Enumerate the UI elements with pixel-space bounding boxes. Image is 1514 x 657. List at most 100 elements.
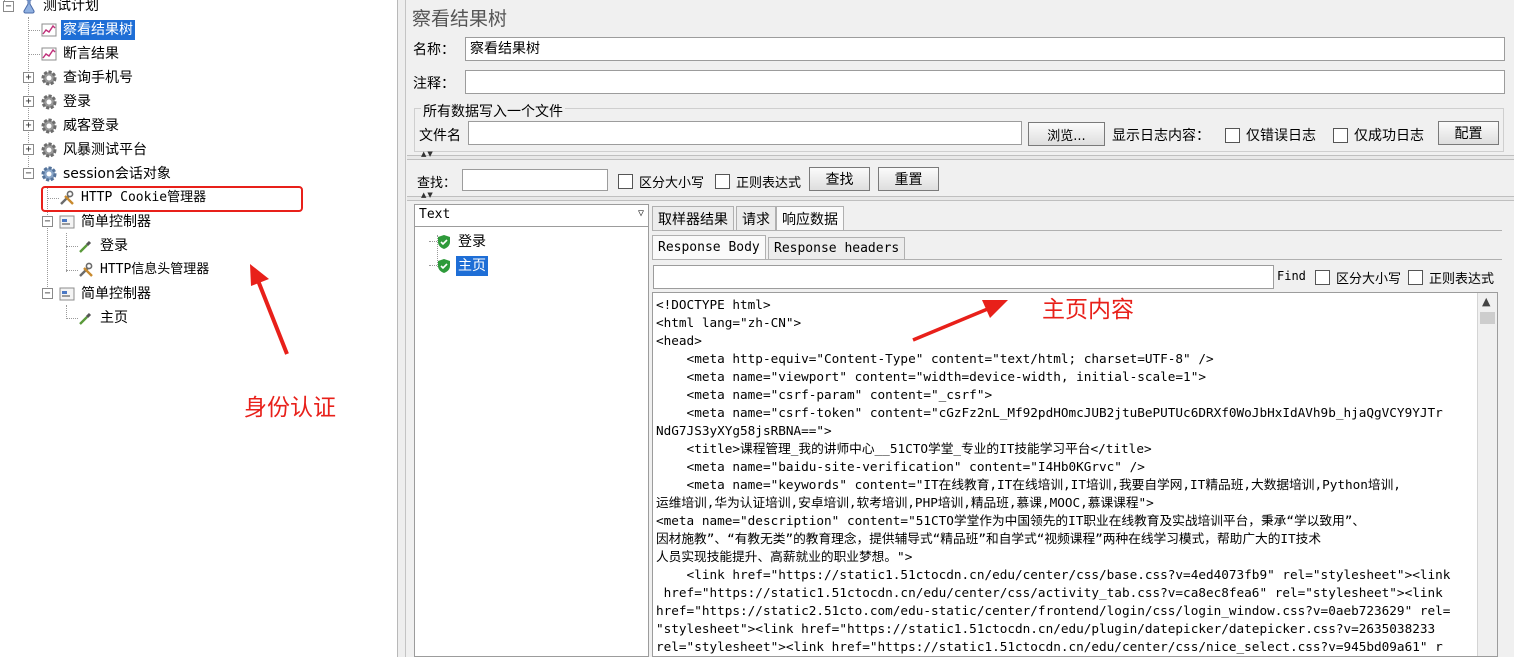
response-body-line: <title>课程管理_我的讲师中心__51CTO学堂_专业的IT技能学习平台<… (656, 441, 1152, 456)
graph-listener-icon (40, 21, 58, 39)
collapse-toggle-session[interactable]: − (23, 168, 34, 179)
response-body-line: "stylesheet"><link href="https://static1… (656, 621, 1436, 636)
collapse-toggle-controller-1[interactable]: − (42, 216, 53, 227)
response-find-input[interactable] (653, 265, 1274, 289)
configure-button[interactable]: 配置 (1438, 121, 1499, 145)
response-body-line: <meta name="baidu-site-verification" con… (656, 459, 1145, 474)
tree-node-simple-controller-1[interactable]: 简单控制器 (58, 211, 153, 233)
file-label: 文件名 (419, 128, 461, 144)
response-body-line: <meta name="description" content="51CTO学… (656, 513, 1366, 528)
search-case-checkbox[interactable]: 区分大小写 (618, 172, 704, 191)
find-button[interactable]: 查找 (809, 167, 870, 191)
name-field[interactable]: 察看结果树 (465, 37, 1505, 61)
response-body-line: 人员实现技能提升、高薪就业的职业梦想。"> (656, 549, 913, 564)
tree-node-simple-controller-2[interactable]: 简单控制器 (58, 283, 153, 305)
tree-node-test-plan[interactable]: 测试计划 (20, 0, 101, 17)
checkbox-box[interactable] (1333, 127, 1348, 143)
response-body-line: <head> (656, 333, 702, 348)
flask-icon (20, 0, 38, 15)
controller-icon (58, 285, 76, 303)
response-find-label: Find (1277, 269, 1306, 283)
response-body-text[interactable]: <!DOCTYPE html> <html lang="zh-CN"> <head>… (652, 292, 1498, 657)
response-body-line: NdG7JS3yXYg58jsRBNA=="> (656, 423, 832, 438)
expand-toggle-query-phone[interactable]: + (23, 72, 34, 83)
log-label: 显示日志内容： (1112, 128, 1210, 144)
tree-node-query-phone[interactable]: 查询手机号 (40, 67, 135, 89)
annotation-arrow-icon (912, 300, 1008, 342)
gear-icon (40, 117, 58, 135)
gear-icon (40, 69, 58, 87)
tree-splitter[interactable] (398, 0, 406, 657)
chevron-down-icon: ▽ (637, 208, 644, 219)
reset-button[interactable]: 重置 (878, 167, 939, 191)
name-label: 名称： (413, 42, 455, 58)
tree-node-login-sampler[interactable]: 登录 (77, 235, 130, 257)
tree-node-login-group[interactable]: 登录 (40, 91, 93, 113)
renderer-select[interactable]: Text ▽ (415, 205, 648, 227)
expand-toggle-login[interactable]: + (23, 96, 34, 107)
success-only-checkbox[interactable]: 仅成功日志 (1333, 125, 1424, 145)
splitter-results[interactable] (407, 196, 1514, 201)
tab-request[interactable]: 请求 (736, 206, 776, 230)
response-body-line: <link href="https://static1.51ctocdn.cn/… (656, 567, 1451, 582)
comment-field[interactable] (465, 70, 1505, 94)
collapse-arrows-icon[interactable]: ▲▼ (421, 191, 434, 199)
gear-icon (40, 141, 58, 159)
checkbox-box[interactable] (1225, 127, 1240, 143)
tree-node-weike-login[interactable]: 威客登录 (40, 115, 121, 137)
success-shield-icon (435, 233, 453, 251)
sample-results-tree[interactable]: Text ▽ 登录 主页 (414, 204, 649, 657)
search-regex-checkbox[interactable]: 正则表达式 (715, 172, 801, 191)
annotation-identity-label: 身份认证 (244, 395, 336, 421)
annotation-arrow-icon (250, 264, 289, 355)
file-field[interactable] (468, 121, 1022, 145)
tree-node-storm-platform[interactable]: 风暴测试平台 (40, 139, 149, 161)
tab-sampler-result[interactable]: 取样器结果 (652, 206, 734, 230)
tree-node-http-header-manager[interactable]: HTTP信息头管理器 (77, 259, 211, 281)
response-body-line: <meta name="csrf-param" content="_csrf"> (656, 387, 993, 402)
success-shield-icon (435, 257, 453, 275)
collapse-toggle-controller-2[interactable]: − (42, 288, 53, 299)
sample-detail-panel: 取样器结果 请求 响应数据 Response Body Response hea… (652, 204, 1514, 657)
result-item-login[interactable]: 登录 (435, 231, 488, 253)
tree-node-home-sampler[interactable]: 主页 (77, 307, 130, 329)
response-case-checkbox[interactable]: 区分大小写 (1315, 268, 1401, 287)
pipette-icon (77, 237, 95, 255)
wrench-icon (77, 261, 95, 279)
response-body-line: 因材施教”、“有教无类”的教育理念，提供辅导式“精品班”和自学式“视频课程”两种… (656, 531, 1322, 546)
tree-node-session[interactable]: session会话对象 (40, 163, 173, 185)
tab-response-data[interactable]: 响应数据 (776, 206, 844, 230)
checkbox-box[interactable] (1408, 270, 1423, 285)
test-plan-tree[interactable]: − + + + + − − − 测试计划 察看结果树 断言结果 查询手机号 登录… (0, 0, 398, 657)
expand-toggle-storm-platform[interactable]: + (23, 144, 34, 155)
result-item-home[interactable]: 主页 (435, 255, 488, 277)
response-body-line: <meta name="csrf-token" content="cGzFz2n… (656, 405, 1443, 420)
checkbox-box[interactable] (618, 174, 633, 189)
response-regex-checkbox[interactable]: 正则表达式 (1408, 268, 1494, 287)
errors-only-checkbox[interactable]: 仅错误日志 (1225, 125, 1316, 145)
search-label: 查找： (417, 176, 457, 191)
scroll-thumb[interactable] (1480, 312, 1495, 324)
scroll-up-icon[interactable]: ▲ (1482, 295, 1490, 308)
tree-node-view-results-tree[interactable]: 察看结果树 (40, 19, 135, 41)
expand-toggle-weike-login[interactable]: + (23, 120, 34, 131)
graph-listener-icon (40, 45, 58, 63)
subtab-response-headers[interactable]: Response headers (768, 237, 906, 259)
response-body-line: href="https://static1.51ctocdn.cn/edu/ce… (656, 585, 1443, 600)
gear-blue-icon (40, 165, 58, 183)
gear-icon (40, 93, 58, 111)
subtab-response-body[interactable]: Response Body (652, 235, 766, 259)
vertical-scrollbar[interactable]: ▲ (1477, 293, 1497, 656)
checkbox-box[interactable] (715, 174, 730, 189)
splitter-top[interactable] (407, 155, 1514, 160)
collapse-toggle-test-plan[interactable]: − (3, 1, 14, 12)
checkbox-box[interactable] (1315, 270, 1330, 285)
pipette-icon (77, 309, 95, 327)
tree-node-assertion-results[interactable]: 断言结果 (40, 43, 121, 65)
response-body-line: <meta http-equiv="Content-Type" content=… (656, 351, 1214, 366)
response-body-line: <meta name="keywords" content="IT在线教育,IT… (656, 477, 1401, 492)
comment-label: 注释： (413, 76, 455, 92)
browse-button[interactable]: 浏览... (1028, 122, 1105, 146)
collapse-arrows-icon[interactable]: ▲▼ (421, 150, 434, 158)
search-input[interactable] (462, 169, 608, 191)
